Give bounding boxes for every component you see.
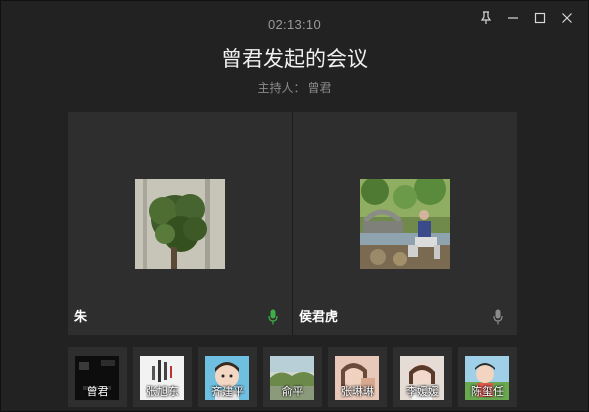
participant-name: 俞平 bbox=[281, 385, 304, 398]
participant-name: 陈玺任 bbox=[471, 385, 504, 398]
participant-name: 张旭东 bbox=[146, 385, 179, 398]
pin-icon bbox=[480, 11, 491, 24]
host-name: 曾君 bbox=[307, 81, 332, 95]
window-controls bbox=[472, 9, 580, 27]
participant-name: 侯君虎 bbox=[299, 310, 339, 325]
video-tile-houjunhu[interactable]: 侯君虎 bbox=[293, 112, 517, 335]
meeting-window: 02:13:10 曾君发起的会议 主持人： 曾君 朱 侯君虎 曾君 张旭东 齐建… bbox=[0, 0, 589, 412]
avatar-plant bbox=[135, 179, 225, 269]
maximize-icon bbox=[534, 12, 545, 24]
close-icon bbox=[561, 13, 572, 23]
participant-thumb[interactable]: 曾君 bbox=[68, 347, 127, 407]
participant-name: 齐建平 bbox=[211, 385, 244, 398]
video-tile-zhu[interactable]: 朱 bbox=[68, 112, 292, 335]
mic-muted-icon bbox=[493, 309, 503, 325]
host-label: 主持人： bbox=[257, 81, 306, 95]
participant-name: 李媛媛 bbox=[406, 385, 439, 398]
participant-name: 曾君 bbox=[86, 385, 109, 398]
meeting-title: 曾君发起的会议 bbox=[221, 47, 368, 71]
maximize-button[interactable] bbox=[526, 9, 553, 27]
participant-thumb[interactable]: 俞平 bbox=[263, 347, 322, 407]
participant-name: 张琳琳 bbox=[341, 385, 374, 398]
minimize-icon bbox=[507, 17, 518, 19]
participant-thumb[interactable]: 齐建平 bbox=[198, 347, 257, 407]
pin-button[interactable] bbox=[472, 9, 499, 27]
minimize-button[interactable] bbox=[499, 9, 526, 27]
mic-active-icon bbox=[268, 309, 278, 325]
close-button[interactable] bbox=[553, 9, 580, 27]
participant-thumb[interactable]: 李媛媛 bbox=[393, 347, 452, 407]
participant-thumb[interactable]: 张旭东 bbox=[133, 347, 192, 407]
participant-thumb[interactable]: 张琳琳 bbox=[328, 347, 387, 407]
avatar-park-photo bbox=[360, 179, 450, 269]
participant-name: 朱 bbox=[74, 310, 88, 325]
host-info: 主持人： 曾君 bbox=[1, 79, 588, 96]
participant-strip: 曾君 张旭东 齐建平 俞平 张琳琳 李媛媛 陈玺任 bbox=[68, 347, 517, 407]
participant-thumb[interactable]: 陈玺任 bbox=[458, 347, 517, 407]
